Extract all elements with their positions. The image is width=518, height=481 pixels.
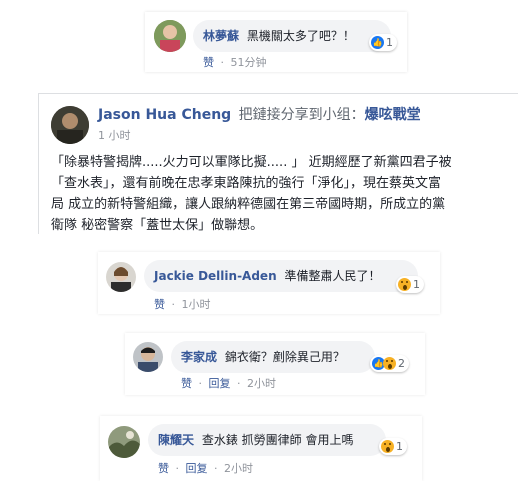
reaction-count-badge[interactable]: 👍 2 [370,355,409,372]
like-link[interactable]: 赞 [158,462,169,475]
post-line: 衛隊 秘密警察「蓋世太保」做聯想。 [51,218,264,233]
avatar[interactable] [133,342,163,372]
post-body: 「除暴特警揭牌.....火力可以軍隊比擬..... 」 近期經歷了新黨四君子被 … [51,152,517,236]
avatar-image [133,342,163,372]
comment-time[interactable]: 51分钟 [231,56,267,69]
comment-text: 查水錶 抓勞團律師 會用上嗎 [201,433,354,447]
reaction-count: 1 [413,278,420,291]
comment-author[interactable]: 林夢蘇 [203,29,239,43]
wow-reaction-icon [398,278,411,291]
post-author[interactable]: Jason Hua Cheng [98,107,231,123]
post-header: Jason Hua Cheng 把鏈接分享到小组：爆呟戰堂 [98,104,421,124]
reaction-count: 1 [396,440,403,453]
like-link[interactable]: 赞 [181,377,192,390]
avatar[interactable] [106,262,136,292]
comment-text: 黑機關太多了吧？！ [246,29,355,43]
like-reaction-icon: 👍 [371,36,384,49]
reaction-count: 1 [386,36,393,49]
post-time[interactable]: 1 小时 [98,127,131,143]
comment-meta: 赞 · 回复 · 2小时 [158,462,253,475]
comment-meta: 赞 · 51分钟 [203,56,267,69]
comment-text: 準備整肅人民了！ [284,269,381,283]
comment-card-2: Jackie Dellin-Aden 準備整肅人民了！ 1 赞 · 1小时 [98,252,440,314]
group-link[interactable]: 爆呟戰堂 [365,107,421,123]
comment-card-1: 林夢蘇 黑機關太多了吧？！ 👍 1 赞 · 51分钟 [145,12,407,72]
avatar-image [154,20,186,52]
reaction-count: 2 [398,357,405,370]
avatar-image [51,106,89,144]
wow-reaction-icon [383,357,396,370]
reaction-count-badge[interactable]: 👍 1 [369,34,397,51]
comment-bubble: 李家成 錦衣衛？剷除異己用？ [171,341,375,373]
post-line: 「查水表」，還有前晚在忠孝東路陳抗的強行「淨化」，現在蔡英文富 [51,176,442,191]
reply-link[interactable]: 回复 [209,377,231,390]
avatar[interactable] [154,20,186,52]
comment-author[interactable]: 李家成 [181,350,217,364]
like-link[interactable]: 赞 [154,298,165,311]
comment-card-4: 陳耀天 查水錶 抓勞團律師 會用上嗎 1 赞 · 回复 · 2小时 [100,416,422,481]
comment-time[interactable]: 2小时 [247,377,276,390]
avatar-image [106,262,136,292]
reaction-count-badge[interactable]: 1 [379,438,407,455]
comment-time[interactable]: 2小时 [224,462,253,475]
comment-time[interactable]: 1小时 [182,298,211,311]
shared-post: Jason Hua Cheng 把鏈接分享到小组：爆呟戰堂 1 小时 「除暴特警… [38,93,518,234]
avatar-image [108,426,140,458]
comment-text: 錦衣衛？剷除異己用？ [224,350,345,364]
reaction-count-badge[interactable]: 1 [396,276,424,293]
comment-bubble: 林夢蘇 黑機關太多了吧？！ [193,20,391,52]
avatar[interactable] [108,426,140,458]
comment-meta: 赞 · 回复 · 2小时 [181,377,276,390]
wow-reaction-icon [381,440,394,453]
comment-card-3: 李家成 錦衣衛？剷除異己用？ 👍 2 赞 · 回复 · 2小时 [125,333,425,395]
comment-author[interactable]: Jackie Dellin-Aden [154,269,277,283]
comment-bubble: Jackie Dellin-Aden 準備整肅人民了！ [144,260,418,292]
post-line: 「除暴特警揭牌.....火力可以軍隊比擬..... 」 近期經歷了新黨四君子被 [51,155,452,170]
comment-author[interactable]: 陳耀天 [158,433,194,447]
comment-bubble: 陳耀天 查水錶 抓勞團律師 會用上嗎 [148,424,386,456]
avatar[interactable] [51,106,89,144]
reply-link[interactable]: 回复 [186,462,208,475]
post-line: 局 成立的新特警組織，讓人跟納粹德國在第三帝國時期，所成立的黨 [51,197,446,212]
post-action: 把鏈接分享到小组： [238,107,365,123]
comment-meta: 赞 · 1小时 [154,298,211,311]
like-link[interactable]: 赞 [203,56,214,69]
